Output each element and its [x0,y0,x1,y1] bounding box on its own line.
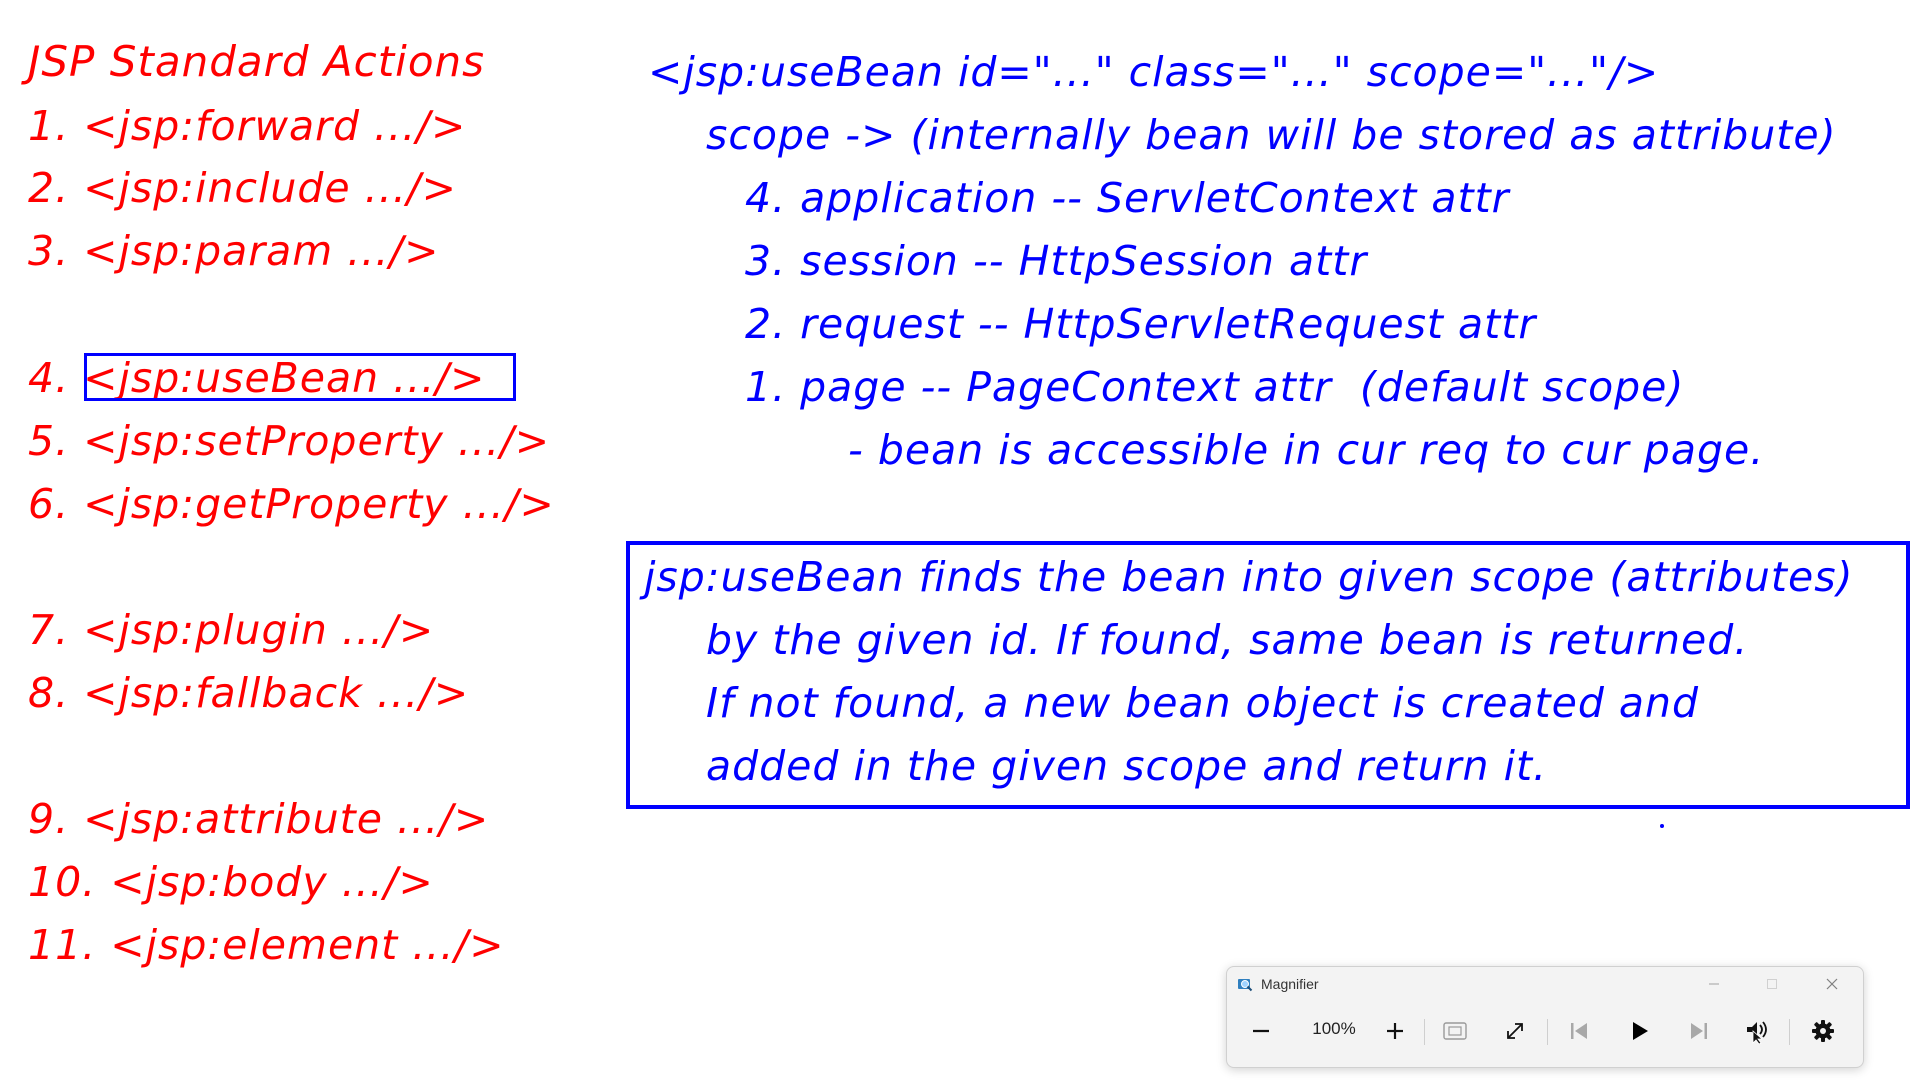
toolbar-separator [1424,1019,1425,1045]
next-button[interactable] [1677,1009,1721,1053]
settings-button[interactable] [1801,1009,1845,1053]
gear-icon [1812,1020,1834,1042]
maximize-button[interactable] [1743,967,1801,1001]
list-item-include: 2. <jsp:include .../> [28,164,457,212]
minimize-icon [1709,983,1719,985]
scope-request: 2. request -- HttpServletRequest attr [745,300,1537,348]
page-scope-note: - bean is accessible in cur req to cur p… [848,426,1765,474]
explanation-line-4: added in the given scope and return it. [706,742,1548,790]
list-item-forward: 1. <jsp:forward .../> [28,102,467,150]
close-button[interactable] [1803,967,1861,1001]
play-icon [1633,1022,1648,1040]
list-item-attribute: 9. <jsp:attribute .../> [28,795,490,843]
read-from-here-icon [1747,1021,1767,1044]
plus-icon [1387,1023,1403,1039]
usebean-syntax: <jsp:useBean id="..." class="..." scope=… [648,48,1660,96]
play-button[interactable] [1617,1009,1661,1053]
magnifier-app-icon [1238,979,1253,992]
fit-screen-button[interactable] [1433,1009,1477,1053]
explanation-line-2: by the given id. If found, same bean is … [706,616,1749,664]
scope-heading: scope -> (internally bean will be stored… [706,111,1837,159]
usebean-highlight-box [84,353,516,401]
list-title: JSP Standard Actions [28,37,486,86]
list-item-setproperty: 5. <jsp:setProperty .../> [28,417,551,465]
explanation-line-3: If not found, a new bean object is creat… [706,679,1700,727]
magnifier-toolbar: 100% [1227,1003,1863,1065]
minus-icon [1253,1029,1269,1033]
zoom-level: 100% [1312,1019,1356,1038]
toolbar-separator [1547,1019,1548,1045]
toolbar-separator [1789,1019,1790,1045]
previous-button[interactable] [1557,1009,1601,1053]
zoom-in-button[interactable] [1373,1009,1417,1053]
close-icon [1826,978,1838,990]
list-item-param: 3. <jsp:param .../> [28,227,440,275]
skip-next-icon [1691,1023,1707,1039]
list-item-fallback: 8. <jsp:fallback .../> [28,669,470,717]
skip-previous-icon [1571,1023,1587,1039]
explanation-line-1: jsp:useBean finds the bean into given sc… [644,553,1854,601]
minimize-button[interactable] [1685,967,1743,1001]
fit-screen-icon [1443,1022,1467,1040]
scope-application: 4. application -- ServletContext attr [745,174,1510,222]
read-from-here-button[interactable] [1735,1009,1779,1053]
list-item-getproperty: 6. <jsp:getProperty .../> [28,480,555,528]
list-item-plugin: 7. <jsp:plugin .../> [28,606,435,654]
expand-button[interactable] [1493,1009,1537,1053]
stray-dot [1660,824,1664,828]
magnifier-window[interactable]: Magnifier 100% [1226,966,1864,1068]
scope-page: 1. page -- PageContext attr (default sco… [745,363,1685,411]
maximize-icon [1767,979,1777,989]
expand-icon [1507,1023,1523,1039]
magnifier-title: Magnifier [1261,976,1319,992]
scope-session: 3. session -- HttpSession attr [745,237,1368,285]
list-item-body: 10. <jsp:body .../> [28,858,434,906]
magnifier-titlebar[interactable]: Magnifier [1227,967,1863,1001]
list-item-element: 11. <jsp:element .../> [28,921,505,969]
zoom-out-button[interactable] [1239,1009,1283,1053]
